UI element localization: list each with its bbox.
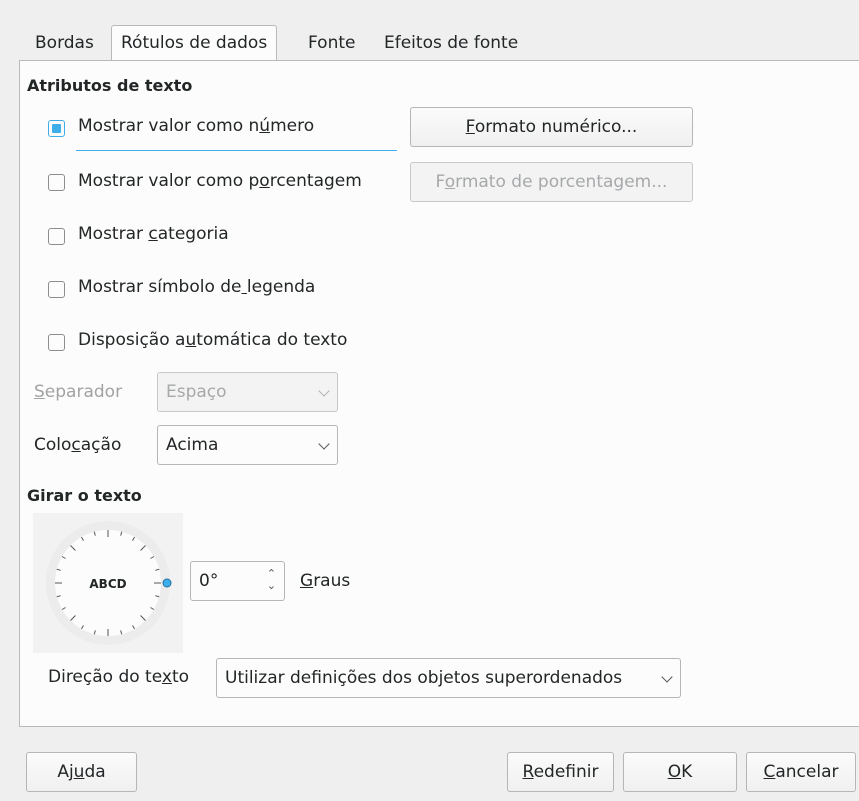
chevron-down-icon [318, 385, 330, 397]
separator-select[interactable]: Espaço [157, 372, 338, 412]
ok-button[interactable]: OK [623, 752, 737, 792]
show-value-number-label: Mostrar valor como número [78, 116, 315, 136]
auto-wrap-checkbox[interactable] [48, 334, 65, 351]
percent-format-button[interactable]: Formato de porcentagem... [410, 162, 693, 202]
tab-borders[interactable]: Bordas [26, 26, 103, 60]
section-title-text-attributes: Atributos de texto [27, 76, 193, 95]
separator-label: Separador [34, 382, 123, 402]
spin-arrows-icon[interactable]: ⌃ ⌄ [267, 568, 276, 592]
reset-button[interactable]: Redefinir [507, 752, 614, 792]
text-direction-label: Direção do texto [48, 667, 190, 687]
chevron-down-icon [318, 438, 330, 450]
help-button[interactable]: Ajuda [26, 752, 137, 792]
show-value-percent-checkbox[interactable] [48, 174, 65, 191]
placement-select[interactable]: Acima [157, 425, 338, 465]
show-legend-symbol-label: Mostrar símbolo de legenda [78, 277, 316, 297]
rotation-dial[interactable]: ABCD [33, 513, 183, 653]
degrees-spinbox[interactable]: 0° ⌃ ⌄ [190, 561, 285, 601]
show-value-percent-label: Mostrar valor como porcentagem [78, 171, 362, 191]
cancel-button[interactable]: Cancelar [746, 752, 856, 792]
show-legend-symbol-checkbox[interactable] [48, 281, 65, 298]
tab-data-labels[interactable]: Rótulos de dados [111, 25, 278, 61]
tab-font[interactable]: Fonte [299, 26, 364, 60]
section-title-rotate-text: Girar o texto [27, 486, 142, 505]
text-direction-select[interactable]: Utilizar definições dos objetos superord… [216, 658, 681, 698]
show-value-number-checkbox[interactable] [48, 120, 65, 137]
show-category-label: Mostrar categoria [78, 224, 229, 244]
degrees-label: Graus [300, 571, 351, 591]
number-format-button[interactable]: Formato numérico... [410, 107, 693, 147]
chevron-down-icon [661, 671, 673, 683]
placement-label: Colocação [34, 435, 122, 455]
dial-text: ABCD [89, 577, 126, 591]
focus-underline [76, 150, 397, 151]
tab-font-effects[interactable]: Efeitos de fonte [375, 26, 527, 60]
show-category-checkbox[interactable] [48, 228, 65, 245]
rotation-handle[interactable] [162, 578, 172, 588]
auto-wrap-label: Disposição automática do texto [78, 330, 348, 350]
